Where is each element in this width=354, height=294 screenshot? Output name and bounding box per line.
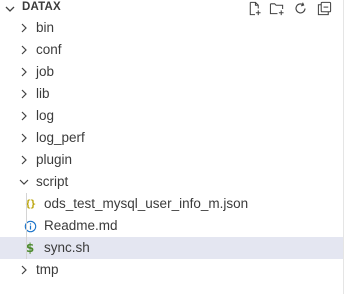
file-sync-sh[interactable]: $ sync.sh bbox=[0, 237, 343, 259]
collapse-all-icon[interactable] bbox=[316, 0, 332, 16]
file-label: ods_test_mysql_user_info_m.json bbox=[44, 196, 249, 211]
scrollbar-track[interactable] bbox=[343, 0, 344, 294]
folder-label: lib bbox=[36, 86, 50, 101]
explorer-title: DATAX bbox=[22, 1, 61, 13]
chevron-right-icon bbox=[21, 67, 27, 77]
chevron-right-icon bbox=[21, 111, 27, 121]
refresh-icon[interactable] bbox=[292, 0, 308, 16]
file-readme[interactable]: Readme.md bbox=[0, 215, 343, 237]
chevron-right-icon bbox=[21, 155, 27, 165]
file-label: sync.sh bbox=[44, 240, 90, 255]
folder-label: log_perf bbox=[36, 130, 85, 145]
folder-label: job bbox=[36, 64, 55, 79]
explorer-panel: DATAX bin conf job lib log log_perf plug… bbox=[0, 0, 343, 294]
chevron-right-icon bbox=[21, 89, 27, 99]
folder-log[interactable]: log bbox=[0, 105, 343, 127]
file-label: Readme.md bbox=[44, 218, 118, 233]
folder-label: script bbox=[36, 174, 69, 189]
folder-bin[interactable]: bin bbox=[0, 17, 343, 39]
new-folder-icon[interactable] bbox=[269, 0, 285, 16]
chevron-down-icon[interactable] bbox=[3, 2, 17, 16]
file-ods-test-json[interactable]: {} ods_test_mysql_user_info_m.json bbox=[0, 193, 343, 215]
indent-guide bbox=[26, 193, 27, 259]
folder-plugin[interactable]: plugin bbox=[0, 149, 343, 171]
folder-label: plugin bbox=[36, 152, 73, 167]
folder-label: tmp bbox=[36, 262, 59, 277]
folder-label: log bbox=[36, 108, 55, 123]
chevron-down-icon bbox=[19, 179, 29, 185]
explorer-header[interactable]: DATAX bbox=[0, 0, 343, 18]
folder-script[interactable]: script bbox=[0, 171, 343, 193]
chevron-right-icon bbox=[21, 45, 27, 55]
folder-tmp[interactable]: tmp bbox=[0, 259, 343, 281]
folder-label: conf bbox=[36, 42, 62, 57]
folder-job[interactable]: job bbox=[0, 61, 343, 83]
new-file-icon[interactable] bbox=[246, 0, 262, 16]
folder-conf[interactable]: conf bbox=[0, 39, 343, 61]
folder-label: bin bbox=[36, 20, 55, 35]
folder-log-perf[interactable]: log_perf bbox=[0, 127, 343, 149]
chevron-right-icon bbox=[21, 133, 27, 143]
chevron-right-icon bbox=[21, 23, 27, 33]
folder-lib[interactable]: lib bbox=[0, 83, 343, 105]
chevron-right-icon bbox=[21, 265, 27, 275]
